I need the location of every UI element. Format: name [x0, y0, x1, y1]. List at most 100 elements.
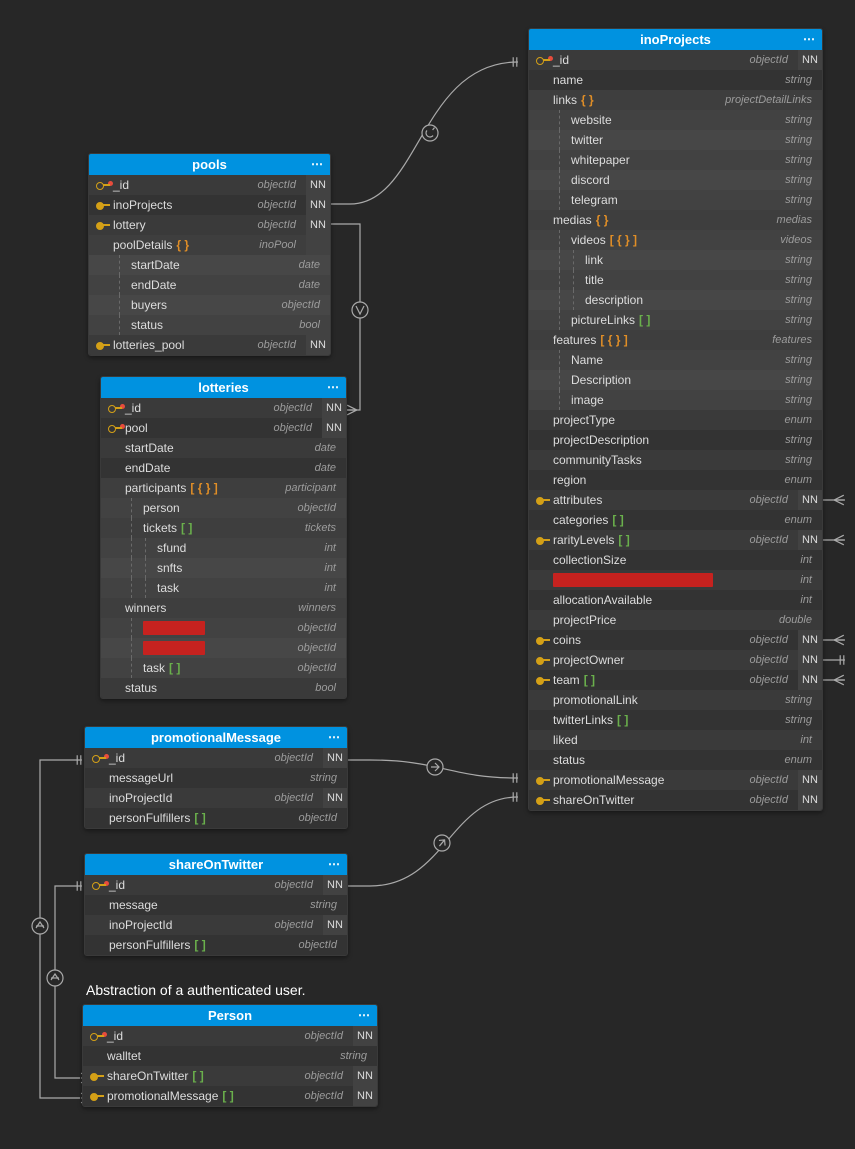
column-row[interactable]: namestring — [529, 70, 822, 90]
actions-icon[interactable]: ⋯ — [803, 32, 816, 46]
column-row[interactable]: regionenum — [529, 470, 822, 490]
column-row[interactable]: promotionalMessage[ ]objectIdNN — [83, 1086, 377, 1106]
actions-icon[interactable]: ⋯ — [328, 857, 341, 871]
column-row[interactable]: inoProjectIdobjectIdNN — [85, 788, 347, 808]
column-row[interactable]: snftsint — [101, 558, 346, 578]
table-pools[interactable]: pools ⋯ _idobjectIdNNinoProjectsobjectId… — [88, 153, 331, 356]
column-row[interactable]: messagestring — [85, 895, 347, 915]
column-row[interactable]: collectionSizeint — [529, 550, 822, 570]
field-type: int — [179, 582, 342, 594]
column-row[interactable]: personFulfillers[ ]objectId — [85, 808, 347, 828]
column-row[interactable]: tickets[ ]tickets — [101, 518, 346, 538]
column-row[interactable]: poolDetails{ }inoPool — [89, 235, 330, 255]
column-row[interactable]: twitterstring — [529, 130, 822, 150]
column-row[interactable]: attributesobjectIdNN — [529, 490, 822, 510]
column-row[interactable]: Descriptionstring — [529, 370, 822, 390]
field-name: shareOnTwitter — [553, 793, 634, 807]
column-row[interactable]: communityTasksstring — [529, 450, 822, 470]
table-shareOnTwitter[interactable]: shareOnTwitter ⋯ _idobjectIdNNmessagestr… — [84, 853, 348, 956]
column-row[interactable]: objectId — [101, 618, 346, 638]
column-row[interactable]: coinsobjectIdNN — [529, 630, 822, 650]
column-row[interactable]: taskint — [101, 578, 346, 598]
column-row[interactable]: _idobjectIdNN — [101, 398, 346, 418]
column-row[interactable]: walltetstring — [83, 1046, 377, 1066]
column-row[interactable]: likedint — [529, 730, 822, 750]
column-row[interactable]: promotionalMessageobjectIdNN — [529, 770, 822, 790]
column-row[interactable]: statusenum — [529, 750, 822, 770]
field-type: projectDetailLinks — [594, 94, 818, 106]
table-header[interactable]: lotteries ⋯ — [101, 377, 346, 398]
column-row[interactable]: linkstring — [529, 250, 822, 270]
column-row[interactable]: _idobjectIdNN — [89, 175, 330, 195]
actions-icon[interactable]: ⋯ — [311, 157, 324, 171]
column-row[interactable]: descriptionstring — [529, 290, 822, 310]
column-row[interactable]: personFulfillers[ ]objectId — [85, 935, 347, 955]
table-lotteries[interactable]: lotteries ⋯ _idobjectIdNNpoolobjectIdNNs… — [100, 376, 347, 699]
column-row[interactable]: projectTypeenum — [529, 410, 822, 430]
column-row[interactable]: startDatedate — [101, 438, 346, 458]
column-row[interactable]: pictureLinks[ ]string — [529, 310, 822, 330]
field-name: personFulfillers — [109, 938, 190, 952]
column-row[interactable]: projectOwnerobjectIdNN — [529, 650, 822, 670]
column-row[interactable]: participants[ { } ]participant — [101, 478, 346, 498]
column-row[interactable]: links{ }projectDetailLinks — [529, 90, 822, 110]
column-row[interactable]: projectPricedouble — [529, 610, 822, 630]
column-row[interactable]: projectDescriptionstring — [529, 430, 822, 450]
column-row[interactable]: statusbool — [89, 315, 330, 335]
column-row[interactable]: endDatedate — [101, 458, 346, 478]
column-row[interactable]: inoProjectsobjectIdNN — [89, 195, 330, 215]
table-header[interactable]: Person ⋯ — [83, 1005, 377, 1026]
field-name: name — [553, 73, 583, 87]
field-type: int — [713, 574, 818, 586]
table-promotionalMessage[interactable]: promotionalMessage ⋯ _idobjectIdNNmessag… — [84, 726, 348, 829]
column-row[interactable]: task[ ]objectId — [101, 658, 346, 678]
column-row[interactable]: statusbool — [101, 678, 346, 698]
table-Person[interactable]: Person ⋯ _idobjectIdNNwalltetstringshare… — [82, 1004, 378, 1107]
column-row[interactable]: objectId — [101, 638, 346, 658]
field-name: allocationAvailable — [553, 593, 652, 607]
column-row[interactable]: promotionalLinkstring — [529, 690, 822, 710]
column-row[interactable]: titlestring — [529, 270, 822, 290]
column-row[interactable]: buyersobjectId — [89, 295, 330, 315]
column-row[interactable]: shareOnTwitterobjectIdNN — [529, 790, 822, 810]
column-row[interactable]: _idobjectIdNN — [85, 748, 347, 768]
table-header[interactable]: pools ⋯ — [89, 154, 330, 175]
column-row[interactable]: team[ ]objectIdNN — [529, 670, 822, 690]
actions-icon[interactable]: ⋯ — [327, 380, 340, 394]
column-row[interactable]: videos[ { } ]videos — [529, 230, 822, 250]
column-row[interactable]: rarityLevels[ ]objectIdNN — [529, 530, 822, 550]
table-inoProjects[interactable]: inoProjects ⋯ _idobjectIdNNnamestringlin… — [528, 28, 823, 811]
column-row[interactable]: _idobjectIdNN — [83, 1026, 377, 1046]
column-row[interactable]: Namestring — [529, 350, 822, 370]
column-row[interactable]: _idobjectIdNN — [85, 875, 347, 895]
field-type: string — [618, 194, 818, 206]
column-row[interactable]: personobjectId — [101, 498, 346, 518]
column-row[interactable]: imagestring — [529, 390, 822, 410]
table-header[interactable]: promotionalMessage ⋯ — [85, 727, 347, 748]
column-row[interactable]: categories[ ]enum — [529, 510, 822, 530]
column-row[interactable]: poolobjectIdNN — [101, 418, 346, 438]
column-row[interactable]: websitestring — [529, 110, 822, 130]
column-row[interactable]: medias{ }medias — [529, 210, 822, 230]
column-row[interactable]: _idobjectIdNN — [529, 50, 822, 70]
column-row[interactable]: lotteryobjectIdNN — [89, 215, 330, 235]
column-row[interactable]: winnerswinners — [101, 598, 346, 618]
column-row[interactable]: discordstring — [529, 170, 822, 190]
table-header[interactable]: inoProjects ⋯ — [529, 29, 822, 50]
column-row[interactable]: lotteries_poolobjectIdNN — [89, 335, 330, 355]
column-row[interactable]: telegramstring — [529, 190, 822, 210]
column-row[interactable]: shareOnTwitter[ ]objectIdNN — [83, 1066, 377, 1086]
column-row[interactable]: allocationAvailableint — [529, 590, 822, 610]
column-row[interactable]: twitterLinks[ ]string — [529, 710, 822, 730]
column-row[interactable]: messageUrlstring — [85, 768, 347, 788]
column-row[interactable]: int — [529, 570, 822, 590]
column-row[interactable]: sfundint — [101, 538, 346, 558]
column-row[interactable]: whitepaperstring — [529, 150, 822, 170]
column-row[interactable]: endDatedate — [89, 275, 330, 295]
actions-icon[interactable]: ⋯ — [328, 730, 341, 744]
column-row[interactable]: startDatedate — [89, 255, 330, 275]
column-row[interactable]: inoProjectIdobjectIdNN — [85, 915, 347, 935]
table-header[interactable]: shareOnTwitter ⋯ — [85, 854, 347, 875]
column-row[interactable]: features[ { } ]features — [529, 330, 822, 350]
actions-icon[interactable]: ⋯ — [358, 1008, 371, 1022]
